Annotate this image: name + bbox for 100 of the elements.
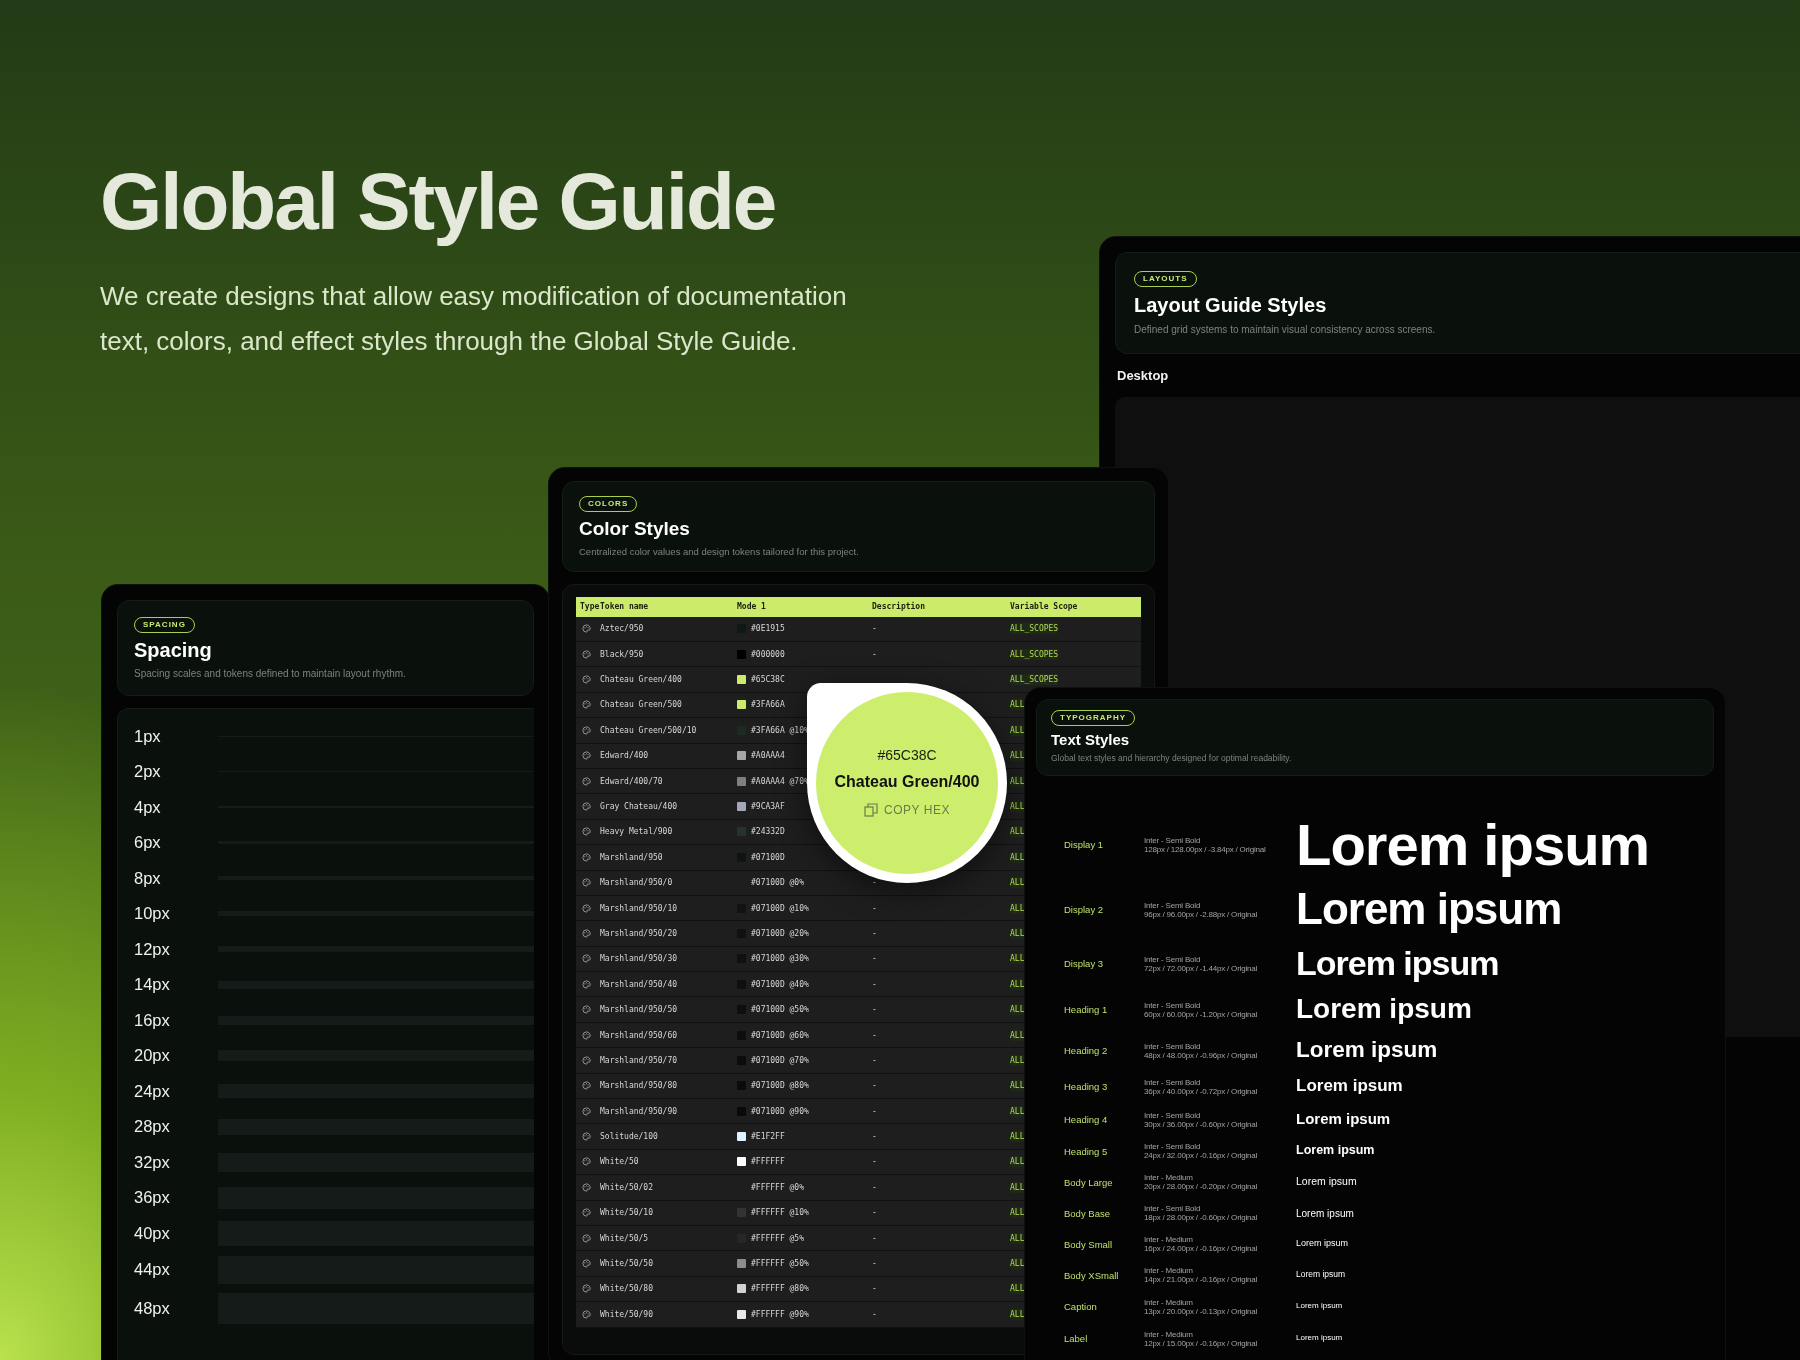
text-sample: Lorem ipsum: [1296, 1207, 1355, 1219]
scope-tag: ALL: [1010, 1054, 1025, 1066]
hex-value: #07100D @50%: [751, 1005, 809, 1015]
description-cell-text: -: [872, 903, 878, 913]
style-name: Display 1: [1064, 839, 1105, 851]
hex-value: #FFFFFF @90%: [751, 1309, 809, 1319]
font-spec: Inter - Semi Bold: [1144, 1142, 1202, 1152]
palette-icon: [582, 675, 591, 685]
token-name: Gray Chateau/400: [600, 802, 679, 811]
style-name: Heading 5: [1064, 1145, 1109, 1157]
text-sample: Lorem ipsum: [1296, 1038, 1439, 1063]
palette-icon: [582, 776, 591, 786]
token-name: White/50/80: [600, 1284, 654, 1294]
text-sample: Lorem ipsum: [1296, 1239, 1350, 1250]
token-name: Marshland/950/40: [600, 979, 679, 989]
palette-icon: [582, 1157, 591, 1167]
scope-tag: ALL: [1010, 1308, 1025, 1320]
token-name: Chateau Green/500: [600, 700, 683, 710]
font-metrics: 13px / 20.00px / -0.13px / Original: [1144, 1306, 1259, 1316]
description-cell-text: -: [872, 649, 878, 659]
scope-tag: ALL: [1010, 953, 1025, 965]
palette-icon: [582, 649, 591, 659]
spacing-label: 8px: [134, 868, 162, 888]
palette-icon: [582, 827, 591, 837]
font-metrics: 72px / 72.00px / -1.44px / Original: [1144, 963, 1259, 973]
font-spec: Inter - Semi Bold: [1144, 1000, 1202, 1010]
token-name: Marshland/950/70: [600, 1055, 679, 1065]
spacing-label: 4px: [134, 797, 162, 817]
panel-description: Global text styles and hierarchy designed for optimal readability.: [1051, 752, 1292, 763]
font-metrics: 12px / 15.00px / -0.16px / Original: [1144, 1338, 1259, 1348]
text-sample: Lorem ipsum: [1296, 1302, 1344, 1311]
palette-icon: [582, 903, 591, 913]
hex-value: #07100D @20%: [751, 928, 809, 938]
spacing-label: 12px: [134, 939, 171, 959]
description-cell-text: -: [872, 1132, 878, 1142]
hex-value: #000000: [751, 649, 785, 659]
scope-tag: ALL: [1010, 775, 1025, 787]
scope-tag: ALL: [1010, 877, 1025, 889]
font-metrics: 30px / 36.00px / -0.60px / Original: [1144, 1119, 1259, 1129]
font-spec: Inter - Semi Bold: [1144, 1077, 1202, 1087]
description-cell-text: -: [872, 1055, 878, 1065]
token-name: Solitude/100: [600, 1132, 659, 1142]
palette-icon: [582, 979, 591, 989]
column-header: Variable Scope: [1010, 602, 1079, 612]
text-sample: Lorem ipsum: [1296, 1176, 1358, 1188]
hex-value: #65C38C: [751, 675, 785, 685]
description-cell-text: -: [872, 928, 878, 938]
font-metrics: 48px / 48.00px / -0.96px / Original: [1144, 1050, 1259, 1060]
palette-icon: [582, 1055, 591, 1065]
copy-hex-button[interactable]: COPY HEX: [860, 801, 954, 819]
palette-icon: [582, 928, 591, 938]
font-spec: Inter - Medium: [1144, 1329, 1194, 1339]
spacing-label: 2px: [134, 762, 162, 782]
description-cell-text: -: [872, 1208, 878, 1218]
scope-tag: ALL: [1010, 1131, 1025, 1143]
style-name: Body Large: [1064, 1176, 1114, 1188]
scope-tag: ALL: [1010, 902, 1025, 914]
panel-description: Defined grid systems to maintain visual consistency across screens.: [1134, 323, 1436, 335]
hex-value: #07100D @60%: [751, 1030, 809, 1040]
token-name: Marshland/950/80: [600, 1081, 679, 1091]
text-sample: Lorem ipsum: [1296, 885, 1563, 934]
text-sample: Lorem ipsum: [1296, 1111, 1392, 1128]
token-name: Chateau Green/400: [600, 675, 683, 685]
description-cell-text: -: [872, 1081, 878, 1091]
column-header: Description: [872, 602, 926, 612]
description-cell-text: -: [872, 1309, 878, 1319]
description-cell-text: -: [872, 1284, 878, 1294]
token-name: White/50/5: [600, 1233, 650, 1243]
style-name: Display 2: [1064, 904, 1105, 916]
scope-tag: ALL: [1010, 1207, 1025, 1219]
spacing-label: 6px: [134, 833, 162, 853]
hex-value: #07100D @90%: [751, 1106, 809, 1116]
scope-tag: ALL: [1010, 1258, 1025, 1270]
hex-value: #FFFFFF @80%: [751, 1284, 809, 1294]
style-name: Body Small: [1064, 1238, 1114, 1250]
palette-icon: [582, 725, 591, 735]
token-name: White/50/10: [600, 1208, 654, 1218]
palette-icon: [582, 624, 591, 634]
hex-value: #07100D @80%: [751, 1081, 809, 1091]
description-cell-text: -: [872, 1005, 878, 1015]
section-label: Desktop: [1116, 367, 1170, 383]
hero-subtitle: We create designs that allow easy modification of documentation text, colors, and effect styles through the Global Style Guide.: [100, 280, 848, 358]
token-name: Black/950: [600, 649, 645, 659]
style-name: Label: [1064, 1333, 1089, 1345]
font-spec: Inter - Semi Bold: [1144, 900, 1202, 910]
scope-tag: ALL: [1010, 826, 1025, 838]
description-cell-text: -: [872, 1259, 878, 1269]
token-name: White/50/02: [600, 1182, 654, 1192]
description-cell-text: -: [872, 624, 878, 634]
color-name: Chateau Green/400: [834, 773, 980, 791]
panel-description: Spacing scales and tokens defined to maintain layout rhythm.: [134, 667, 406, 679]
token-name: White/50/50: [600, 1259, 654, 1269]
hex-value: #07100D @40%: [751, 979, 809, 989]
token-name: Marshland/950/60: [600, 1030, 679, 1040]
font-metrics: 14px / 21.00px / -0.16px / Original: [1144, 1275, 1259, 1285]
scope-tag: ALL: [1010, 724, 1025, 736]
column-header: Token name: [600, 602, 650, 612]
spacing-label: 1px: [134, 726, 162, 746]
hex-value: #FFFFFF: [751, 1157, 785, 1167]
description-cell-text: -: [872, 1182, 878, 1192]
